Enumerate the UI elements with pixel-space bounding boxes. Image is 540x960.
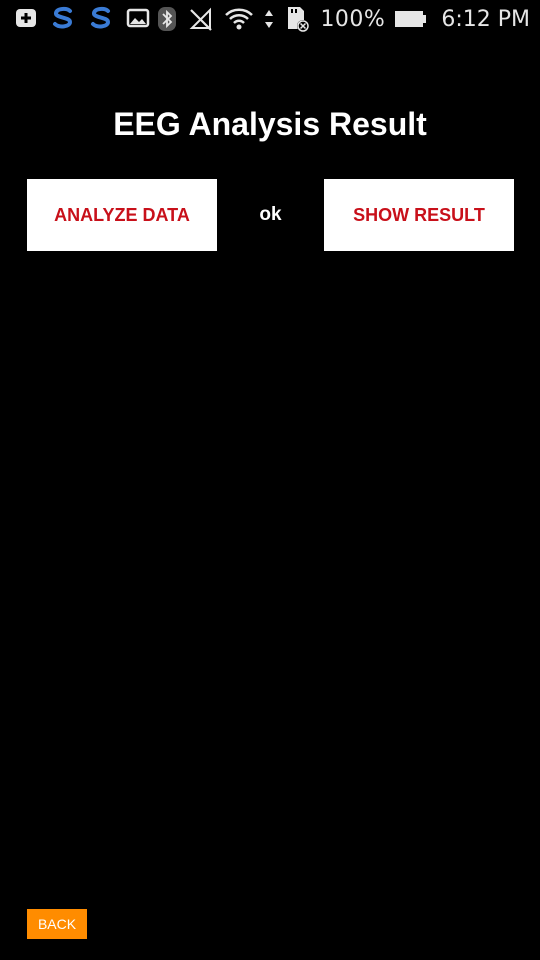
s-app-icon [50,5,76,31]
analysis-status-text: ok [259,204,282,225]
sd-card-icon [284,5,310,33]
system-icons: 100% 6:12 PM [156,5,530,33]
battery-percent: 100% [320,6,386,32]
battery-icon [395,9,427,29]
analyze-data-button[interactable]: ANALYZE DATA [27,179,217,251]
notification-icons [14,5,150,31]
data-arrows-icon [264,6,274,32]
s-app-icon [88,5,114,31]
clock: 6:12 PM [441,6,530,32]
back-button[interactable]: BACK [27,909,87,939]
wifi-icon [224,6,254,32]
page-title: EEG Analysis Result [113,106,427,142]
image-icon [126,6,150,30]
no-signal-icon [188,6,214,32]
screen: 100% 6:12 PM EEG Analysis Result ANALYZE… [0,0,540,960]
bluetooth-icon [156,6,178,32]
status-bar: 100% 6:12 PM [0,0,540,38]
show-result-button[interactable]: SHOW RESULT [324,179,514,251]
add-box-icon [14,6,38,30]
